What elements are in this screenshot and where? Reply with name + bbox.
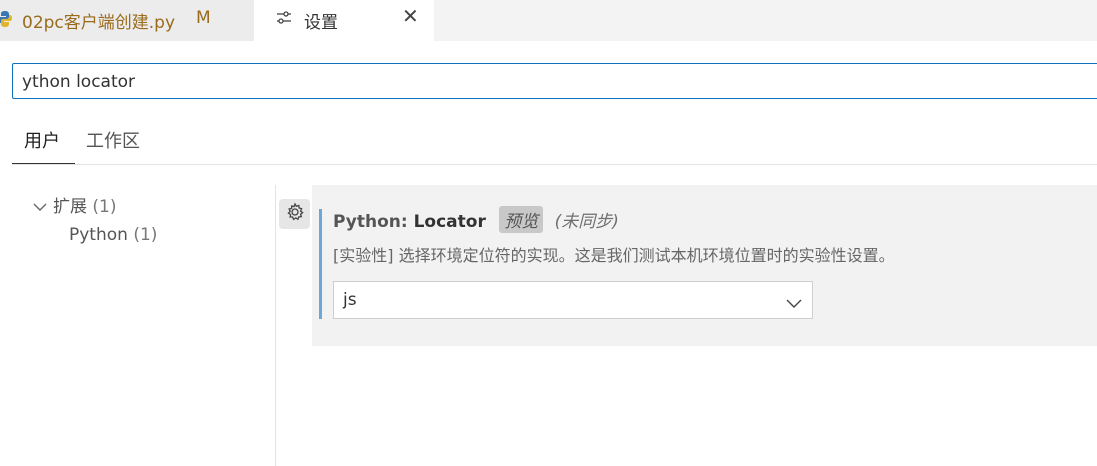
- gear-icon: [285, 202, 305, 226]
- preview-badge: 预览: [499, 206, 544, 233]
- tab-label: 02pc客户端创建.py: [22, 13, 176, 33]
- chevron-down-icon: [33, 197, 53, 217]
- editor-tab-bar: 02pc客户端创建.py M 设置 ✕: [0, 0, 1097, 41]
- tab-label: 设置: [304, 13, 338, 33]
- settings-scope-tabs: 用户 工作区: [12, 120, 1097, 165]
- toc-item-extensions[interactable]: 扩展 (1): [33, 192, 117, 217]
- setting-key: Locator: [413, 212, 486, 232]
- setting-category: Python:: [333, 212, 414, 232]
- tab-python-file[interactable]: 02pc客户端创建.py M: [0, 0, 254, 41]
- modified-setting-bar: [319, 209, 322, 319]
- toc-label: 扩展: [53, 197, 87, 217]
- close-icon[interactable]: ✕: [402, 4, 419, 28]
- chevron-down-icon: [786, 293, 802, 312]
- select-value: js: [343, 290, 357, 310]
- tab-user[interactable]: 用户: [24, 127, 60, 153]
- toc-item-python[interactable]: Python (1): [69, 225, 157, 245]
- sync-status: (未同步): [554, 212, 619, 232]
- setting-title: Python: Locator 预览 (未同步): [333, 206, 619, 233]
- toc-divider[interactable]: [275, 185, 276, 466]
- settings-icon: [275, 9, 293, 32]
- tab-settings[interactable]: 设置 ✕: [254, 0, 434, 41]
- setting-gear-button[interactable]: [279, 199, 310, 229]
- search-input[interactable]: [22, 70, 1082, 94]
- modified-indicator: M: [196, 8, 211, 28]
- toc-label: Python: [69, 225, 128, 245]
- tab-workspace[interactable]: 工作区: [86, 127, 140, 153]
- setting-description: [实验性] 选择环境定位符的实现。这是我们测试本机环境位置时的实验性设置。: [333, 246, 895, 265]
- divider: [12, 164, 1097, 165]
- toc-count: (1): [133, 225, 158, 245]
- toc-count: (1): [92, 197, 117, 217]
- locator-select[interactable]: js: [333, 281, 813, 319]
- python-icon: [0, 10, 12, 33]
- settings-search[interactable]: [12, 63, 1097, 99]
